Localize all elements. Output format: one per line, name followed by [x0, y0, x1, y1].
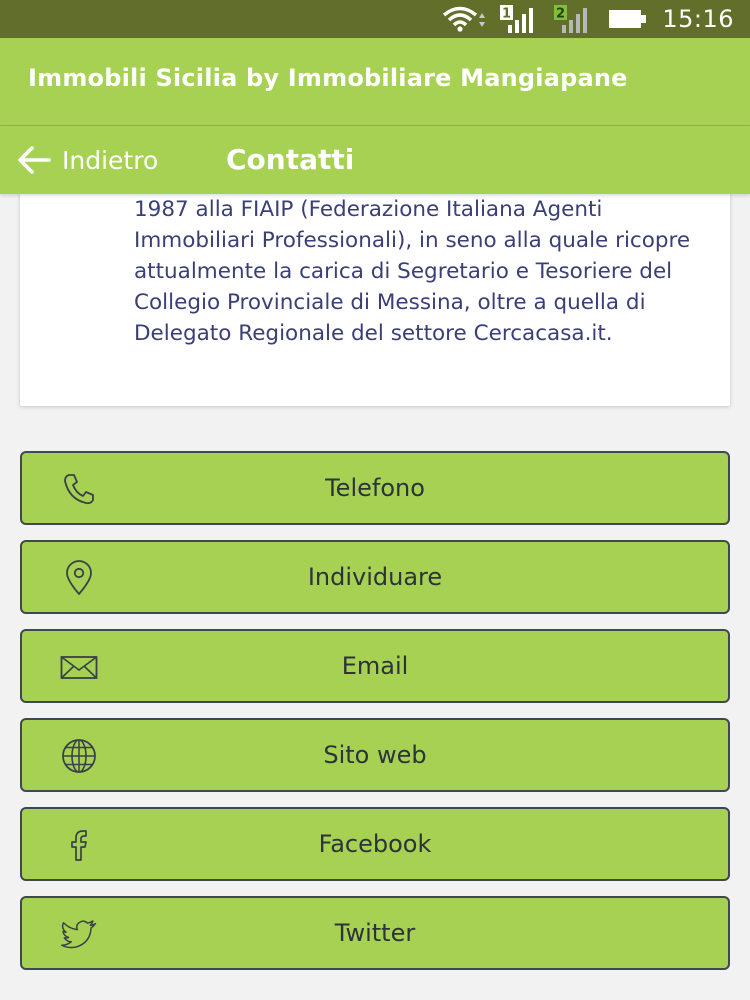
facebook-button[interactable]: Facebook: [20, 807, 730, 881]
page-title: Contatti: [226, 143, 355, 176]
sito-web-button[interactable]: Sito web: [20, 718, 730, 792]
sim2-label: 2: [556, 7, 565, 22]
agent-bio-text: 1987 alla FIAIP (Federazione Italiana Ag…: [134, 197, 691, 346]
twitter-button[interactable]: Twitter: [20, 896, 730, 970]
app-title: Immobili Sicilia by Immobiliare Mangiapa…: [28, 64, 628, 92]
status-bar: 1 2 15:16: [0, 0, 750, 38]
email-button[interactable]: Email: [20, 629, 730, 703]
email-label: Email: [341, 652, 409, 680]
sito-web-label: Sito web: [323, 741, 427, 769]
wifi-icon: [443, 6, 486, 32]
facebook-label: Facebook: [318, 830, 432, 858]
nav-bar: Indietro Contatti: [0, 126, 750, 194]
individuare-label: Individuare: [307, 563, 443, 591]
sim1-label: 1: [502, 7, 511, 22]
arrow-left-icon: [18, 146, 51, 174]
individuare-button[interactable]: Individuare: [20, 540, 730, 614]
signal-sim1-icon: 1: [500, 5, 534, 33]
clock: 15:16: [662, 5, 734, 33]
back-button[interactable]: Indietro: [16, 140, 158, 180]
back-label: Indietro: [62, 145, 159, 175]
agent-info-card: 1987 alla FIAIP (Federazione Italiana Ag…: [20, 170, 730, 406]
battery-icon: [609, 10, 647, 28]
telefono-label: Telefono: [325, 474, 425, 502]
contact-list: Telefono Individuare Email Sito web Face…: [20, 451, 730, 985]
twitter-label: Twitter: [334, 919, 416, 947]
telefono-button[interactable]: Telefono: [20, 451, 730, 525]
app-header: Immobili Sicilia by Immobiliare Mangiapa…: [0, 38, 750, 126]
status-icons: 1 2 15:16: [442, 0, 734, 38]
signal-sim2-icon: 2: [554, 5, 588, 33]
